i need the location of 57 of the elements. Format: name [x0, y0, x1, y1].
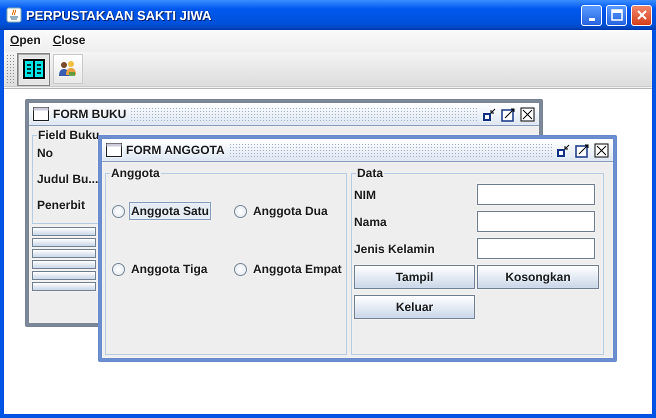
- maximize-button[interactable]: [501, 106, 516, 122]
- iconify-icon: [482, 106, 497, 122]
- group-title: Field Buku: [37, 128, 100, 142]
- collapsed-button[interactable]: [32, 227, 96, 236]
- iconify-icon: [556, 142, 571, 158]
- close-button[interactable]: [594, 142, 609, 158]
- radio-button[interactable]: [112, 262, 125, 276]
- collapsed-button[interactable]: [32, 260, 96, 269]
- text-field[interactable]: [477, 184, 595, 205]
- action-button[interactable]: Kosongkan: [477, 265, 599, 289]
- frame-title: FORM ANGGOTA: [126, 143, 225, 157]
- iconify-button[interactable]: [556, 142, 571, 158]
- book-icon: [22, 58, 46, 80]
- field-label: NIM: [354, 188, 377, 202]
- field-label: Judul Bu...: [37, 172, 99, 186]
- action-button[interactable]: Keluar: [354, 295, 475, 319]
- radio-label[interactable]: Anggota Dua: [251, 202, 330, 220]
- collapsed-button[interactable]: [32, 282, 96, 291]
- field-label: Penerbit: [37, 198, 86, 212]
- frame-icon: [106, 143, 122, 157]
- radio-label[interactable]: Anggota Tiga: [129, 260, 210, 278]
- toolbar-button[interactable]: [53, 54, 83, 84]
- close-button[interactable]: [520, 106, 535, 122]
- maximize-icon: [575, 142, 590, 158]
- minimize-icon: [588, 18, 594, 20]
- radio-label[interactable]: Anggota Satu: [129, 202, 211, 220]
- group-title: Data: [356, 166, 384, 180]
- toolbar-button[interactable]: [17, 52, 50, 86]
- frame-icon: [33, 107, 49, 121]
- text-field[interactable]: [477, 211, 595, 232]
- frame-title: FORM BUKU: [53, 107, 126, 121]
- iconify-button[interactable]: [482, 106, 497, 122]
- radio-button[interactable]: [234, 262, 247, 276]
- window-title: PERPUSTAKAAN SAKTI JIWA: [26, 8, 212, 22]
- radio-button[interactable]: [234, 204, 247, 218]
- app-icon: [6, 7, 22, 23]
- menu-item[interactable]: Open: [10, 33, 41, 49]
- maximize-icon: [501, 106, 516, 122]
- collapsed-button[interactable]: [32, 238, 96, 247]
- action-button[interactable]: Tampil: [354, 265, 475, 289]
- collapsed-button[interactable]: [32, 249, 96, 258]
- radio-label[interactable]: Anggota Empat: [251, 260, 344, 278]
- group-title: Anggota: [110, 166, 161, 180]
- close-icon: [520, 106, 535, 122]
- field-label: No: [37, 146, 54, 160]
- radio-button[interactable]: [112, 204, 125, 218]
- menu-item[interactable]: Close: [52, 33, 86, 49]
- text-field[interactable]: [477, 238, 595, 259]
- close-icon: [594, 142, 609, 158]
- close-icon: [636, 9, 648, 21]
- field-label: Nama: [354, 214, 388, 228]
- minimize-button[interactable]: [581, 4, 602, 26]
- maximize-icon: [610, 9, 622, 21]
- field-label: Jenis Kelamin: [354, 242, 436, 256]
- collapsed-button[interactable]: [32, 271, 96, 280]
- toolbar-grip[interactable]: [6, 54, 14, 84]
- maximize-button[interactable]: [575, 142, 590, 158]
